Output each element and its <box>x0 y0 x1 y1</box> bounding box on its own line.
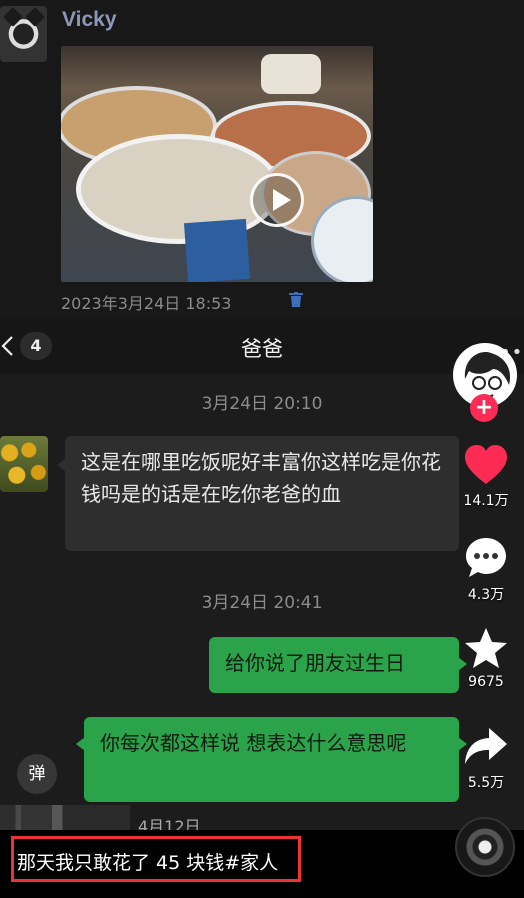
favorite-count: 9675 <box>468 674 504 690</box>
favorite-button[interactable]: 9675 <box>455 626 517 690</box>
video-thumbnail[interactable] <box>61 46 373 282</box>
comment-button[interactable]: 4.3万 <box>455 536 517 604</box>
follow-button[interactable]: + <box>470 394 498 422</box>
like-button[interactable]: 14.1万 <box>455 444 517 510</box>
message-bubble-incoming[interactable]: 这是在哪里吃饭呢好丰富你这样吃是你花钱吗是的话是在吃你老爸的血 <box>57 436 459 551</box>
moment-author[interactable]: Vicky <box>62 8 117 32</box>
message-bubble-outgoing[interactable]: 给你说了朋友过生日 <box>209 637 467 693</box>
trash-icon[interactable] <box>289 292 303 307</box>
heart-icon <box>465 445 507 484</box>
music-disc-icon[interactable] <box>455 817 515 877</box>
share-button[interactable]: 5.5万 <box>455 726 517 792</box>
comment-icon <box>466 538 506 577</box>
comment-count: 4.3万 <box>467 587 505 603</box>
blurred-preview <box>0 805 130 833</box>
chat-time: 3月24日 20:41 <box>201 593 323 613</box>
danmaku-button[interactable]: 弹 <box>17 754 57 794</box>
vicky-avatar[interactable] <box>0 6 47 62</box>
chat-header: 4 爸爸 ••• <box>0 318 524 374</box>
like-count: 14.1万 <box>463 493 509 509</box>
share-count: 5.5万 <box>467 775 505 791</box>
chat-time: 3月24日 20:10 <box>201 394 323 414</box>
message-bubble-outgoing[interactable]: 你每次都这样说 想表达什么意思呢 <box>76 717 467 802</box>
star-icon <box>465 628 507 668</box>
sender-avatar[interactable] <box>0 436 48 492</box>
play-icon[interactable] <box>250 173 304 227</box>
chat-title: 爸爸 <box>241 337 283 361</box>
share-icon <box>465 728 507 764</box>
moment-timestamp: 2023年3月24日 18:53 <box>61 294 232 313</box>
video-caption[interactable]: 那天我只敢花了 45 块钱#家人 <box>17 848 278 875</box>
moment-panel: Vicky 2023年3月24日 18:53 <box>0 0 524 318</box>
